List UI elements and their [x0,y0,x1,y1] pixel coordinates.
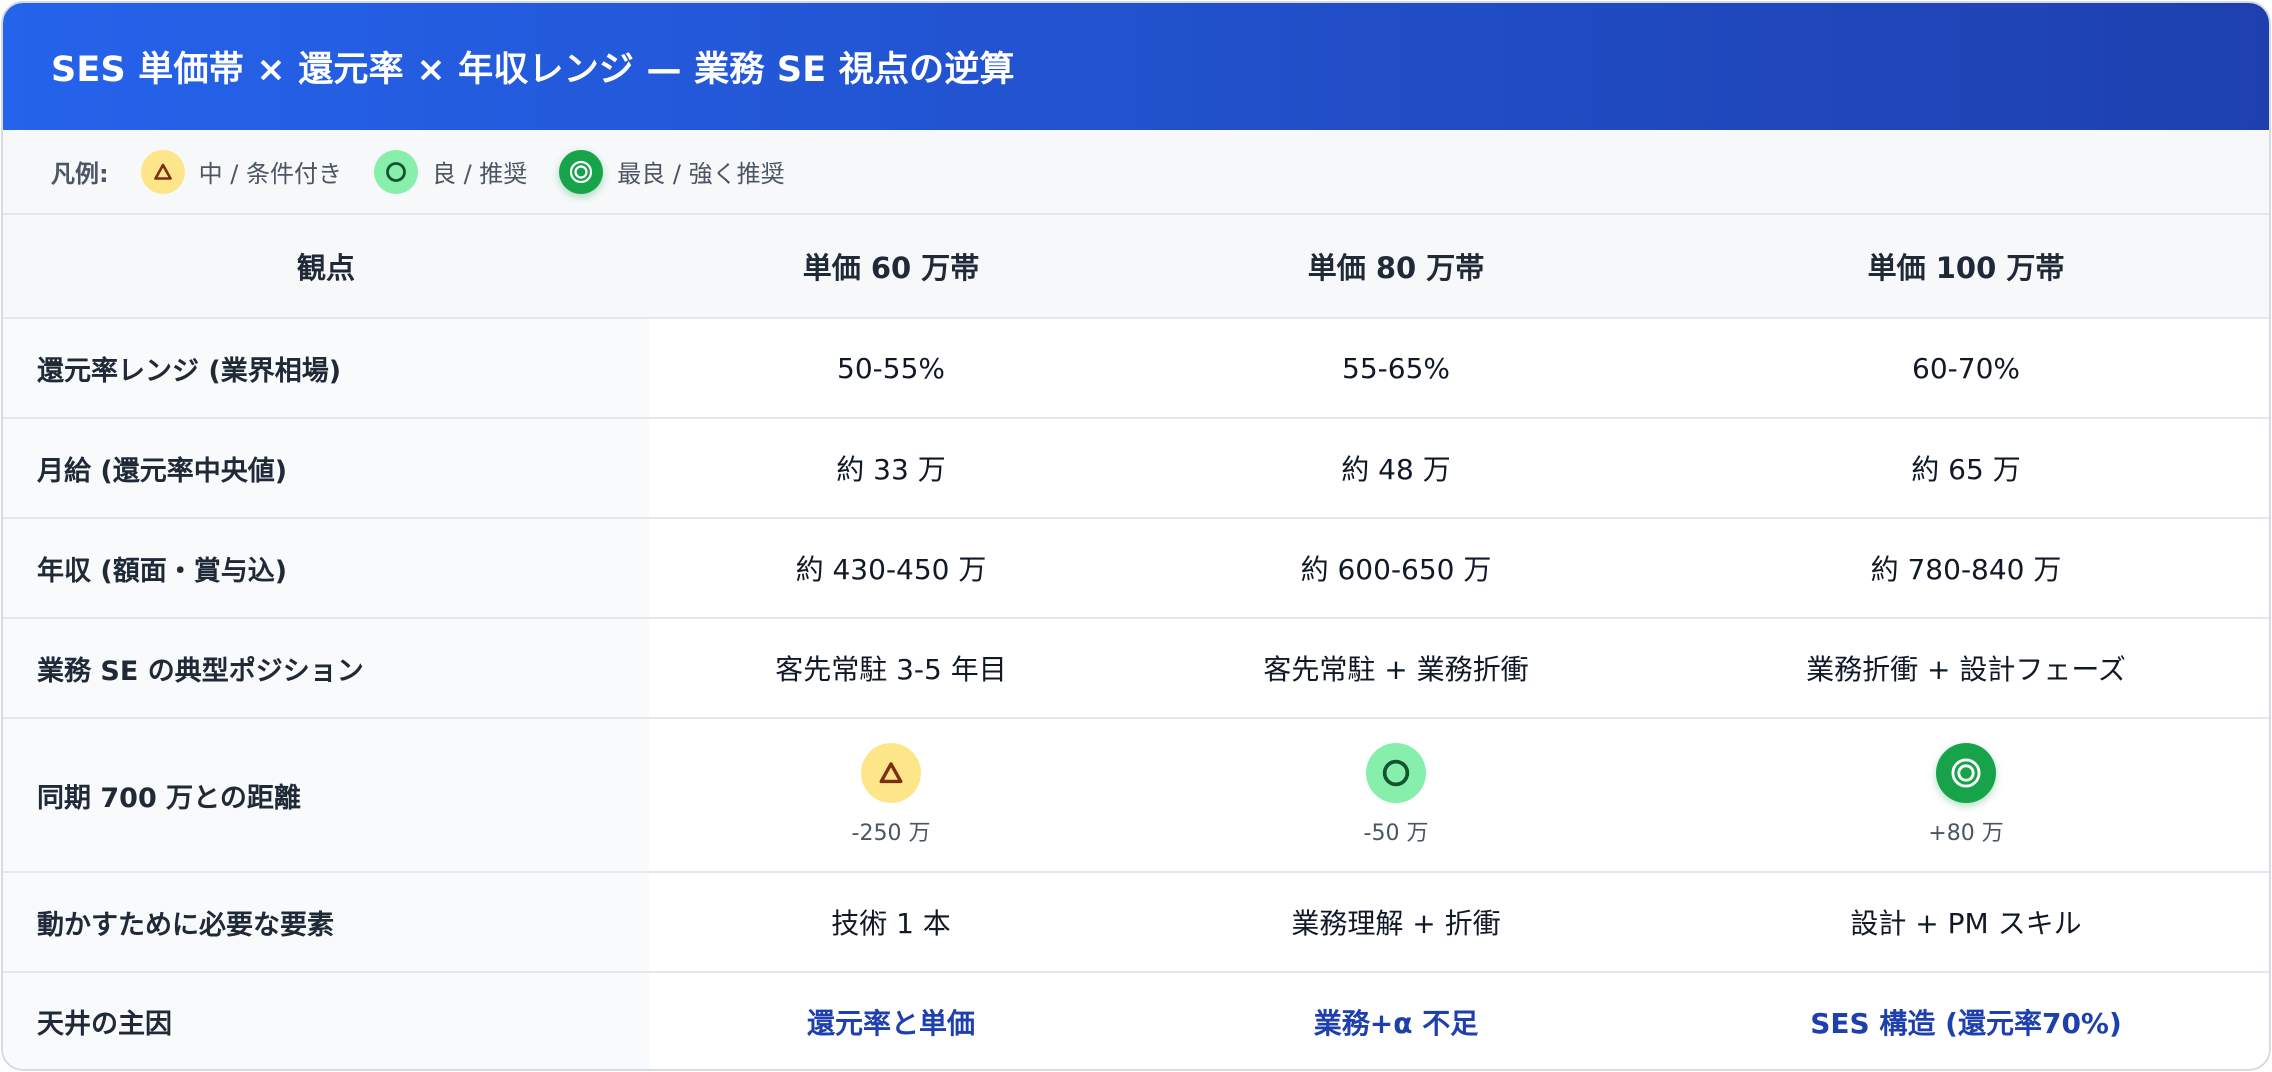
table-row: 業務 SE の典型ポジション 客先常駐 3-5 年目 客先常駐 + 業務折衝 業… [3,618,2269,719]
table-row: 還元率レンジ (業界相場) 50-55% 55-65% 60-70% [3,318,2269,419]
triangle-icon [861,743,921,803]
row-label: 天井の主因 [3,972,649,1069]
table-cell: 60-70% [1659,318,2269,419]
card-header: SES 単価帯 × 還元率 × 年収レンジ — 業務 SE 視点の逆算 [3,3,2269,130]
table-cell: +80 万 [1659,718,2269,873]
table-row: 同期 700 万との距離 -250 万 -50 万 +80 万 [3,718,2269,873]
table-cell: 約 65 万 [1659,418,2269,519]
row-label: 同期 700 万との距離 [3,718,649,873]
table-cell: -50 万 [1133,718,1659,873]
table-cell: 約 33 万 [649,418,1133,519]
circle-icon [373,149,418,194]
column-header: 単価 80 万帯 [1133,215,1659,319]
table-cell: 50-55% [649,318,1133,419]
legend-item-text: 良 / 推奨 [431,160,528,188]
table-row: 天井の主因 還元率と単価 業務+α 不足 SES 構造 (還元率70%) [3,972,2269,1069]
table-cell: 55-65% [1133,318,1659,419]
table-cell: 客先常駐 3-5 年目 [649,618,1133,719]
legend-item-best: 最良 / 強く推奨 [559,149,785,194]
triangle-icon [140,149,185,194]
delta-value: +80 万 [1928,821,2004,846]
table-row: 月給 (還元率中央値) 約 33 万 約 48 万 約 65 万 [3,418,2269,519]
legend: 凡例: 中 / 条件付き 良 / 推奨 最良 / 強く推奨 [3,130,2269,215]
table-row: 動かすために必要な要素 技術 1 本 業務理解 + 折衝 設計 + PM スキル [3,872,2269,973]
legend-item-text: 中 / 条件付き [198,160,342,188]
table-cell: 業務+α 不足 [1313,1006,1479,1040]
column-header: 単価 60 万帯 [649,215,1133,319]
table-cell: 業務理解 + 折衝 [1133,872,1659,973]
double-circle-icon [1936,743,1996,803]
column-header: 単価 100 万帯 [1659,215,2269,319]
row-label: 年収 (額面・賞与込) [3,518,649,619]
table-cell: 客先常駐 + 業務折衝 [1133,618,1659,719]
table-header-row: 観点 単価 60 万帯 単価 80 万帯 単価 100 万帯 [3,215,2269,319]
row-label: 業務 SE の典型ポジション [3,618,649,719]
table-cell: 約 780-840 万 [1659,518,2269,619]
table-row: 年収 (額面・賞与込) 約 430-450 万 約 600-650 万 約 78… [3,518,2269,619]
comparison-table: 観点 単価 60 万帯 単価 80 万帯 単価 100 万帯 還元率レンジ (業… [3,215,2269,1069]
column-header: 観点 [3,215,649,319]
legend-item-mid: 中 / 条件付き [140,149,342,194]
table-cell: 約 430-450 万 [649,518,1133,619]
table-cell: 設計 + PM スキル [1659,872,2269,973]
row-label: 還元率レンジ (業界相場) [3,318,649,419]
row-label: 月給 (還元率中央値) [3,418,649,519]
table-cell: 技術 1 本 [649,872,1133,973]
table-cell: -250 万 [649,718,1133,873]
table-cell: SES 構造 (還元率70%) [1810,1006,2122,1040]
comparison-card: SES 単価帯 × 還元率 × 年収レンジ — 業務 SE 視点の逆算 凡例: … [1,1,2271,1071]
table-cell: 業務折衝 + 設計フェーズ [1659,618,2269,719]
table-cell: 約 600-650 万 [1133,518,1659,619]
legend-item-good: 良 / 推奨 [373,149,528,194]
delta-value: -50 万 [1363,821,1429,846]
table-cell: 約 48 万 [1133,418,1659,519]
legend-label: 凡例: [51,160,109,188]
delta-value: -250 万 [851,821,931,846]
table-cell: 還元率と単価 [806,1006,975,1040]
double-circle-icon [559,149,604,194]
legend-item-text: 最良 / 強く推奨 [617,160,785,188]
circle-icon [1366,743,1426,803]
page-title: SES 単価帯 × 還元率 × 年収レンジ — 業務 SE 視点の逆算 [51,50,1015,90]
row-label: 動かすために必要な要素 [3,872,649,973]
